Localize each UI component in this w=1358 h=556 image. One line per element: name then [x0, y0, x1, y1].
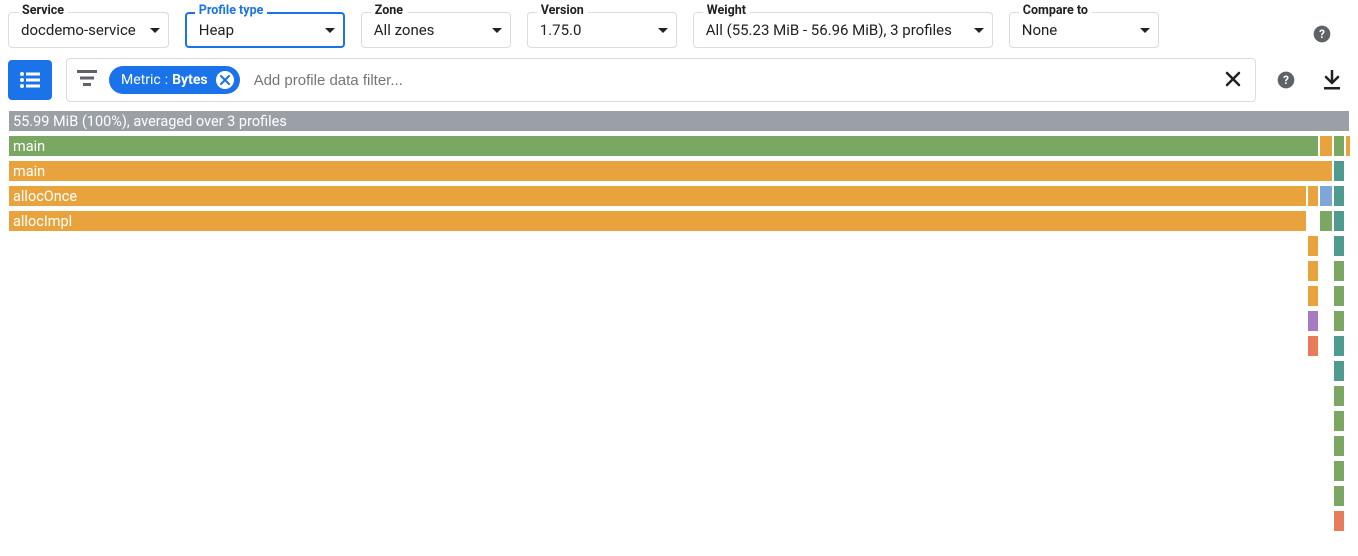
- version-select[interactable]: Version 1.75.0: [527, 8, 677, 48]
- service-value: docdemo-service: [21, 21, 136, 39]
- dropdown-icon: [974, 28, 984, 33]
- svg-text:?: ?: [1319, 27, 1325, 41]
- version-value: 1.75.0: [540, 21, 582, 39]
- filter-icon: [77, 69, 97, 91]
- flame-frame[interactable]: [1333, 235, 1345, 257]
- flame-frame-allocOnce[interactable]: allocOnce: [8, 185, 1307, 207]
- flame-frame[interactable]: [1333, 335, 1345, 357]
- compare-value: None: [1022, 21, 1058, 39]
- flame-frame[interactable]: [1307, 260, 1319, 282]
- weight-label: Weight: [703, 4, 750, 18]
- dropdown-icon: [492, 28, 502, 33]
- filter-bar: Metric : Bytes ?: [0, 50, 1358, 110]
- flame-frame[interactable]: [1333, 460, 1345, 482]
- weight-select[interactable]: Weight All (55.23 MiB - 56.96 MiB), 3 pr…: [693, 8, 993, 48]
- close-icon: [220, 75, 230, 85]
- zone-label: Zone: [371, 4, 407, 18]
- chip-prefix: Metric: [121, 72, 161, 88]
- profile-type-label: Profile type: [195, 4, 268, 18]
- flame-frame[interactable]: [1333, 385, 1345, 407]
- flame-frame[interactable]: [1333, 360, 1345, 382]
- clear-filter-button[interactable]: [1221, 68, 1245, 92]
- flame-frame[interactable]: [1307, 185, 1319, 207]
- flame-frame[interactable]: [1333, 260, 1345, 282]
- list-icon: [19, 71, 41, 89]
- toolbar-right: ?: [1306, 8, 1350, 50]
- flame-frame[interactable]: [1319, 135, 1333, 157]
- zone-select[interactable]: Zone All zones: [361, 8, 511, 48]
- flame-frame[interactable]: [1307, 310, 1319, 332]
- chip-remove-button[interactable]: [216, 71, 234, 89]
- flame-frame[interactable]: [1333, 160, 1345, 182]
- flame-frame[interactable]: [1307, 235, 1319, 257]
- compare-label: Compare to: [1019, 4, 1092, 18]
- download-icon: [1323, 70, 1341, 90]
- filter-input[interactable]: Metric : Bytes: [66, 58, 1256, 102]
- flame-frame-main[interactable]: main: [8, 160, 1333, 182]
- metric-chip[interactable]: Metric : Bytes: [109, 66, 240, 94]
- dropdown-icon: [1140, 28, 1150, 33]
- weight-value: All (55.23 MiB - 56.96 MiB), 3 profiles: [706, 21, 952, 39]
- svg-text:?: ?: [1283, 73, 1289, 87]
- help-button[interactable]: ?: [1306, 18, 1338, 50]
- flame-frame[interactable]: [1333, 285, 1345, 307]
- profile-type-select[interactable]: Profile type Heap: [185, 8, 345, 48]
- service-select[interactable]: Service docdemo-service: [8, 8, 169, 48]
- zone-value: All zones: [374, 21, 435, 39]
- flame-frame[interactable]: [1333, 410, 1345, 432]
- service-label: Service: [18, 4, 68, 18]
- flame-frame[interactable]: [1319, 185, 1333, 207]
- chip-value: Bytes: [172, 72, 207, 88]
- flame-frame-main[interactable]: main: [8, 135, 1319, 157]
- flame-frame[interactable]: [1333, 135, 1345, 157]
- close-icon: [1225, 71, 1241, 87]
- help-icon: ?: [1312, 24, 1332, 44]
- flame-frame[interactable]: [1307, 285, 1319, 307]
- flame-frame-allocImpl[interactable]: allocImpl: [8, 210, 1307, 232]
- flame-frame[interactable]: [1333, 485, 1345, 507]
- flame-graph-container: 55.99 MiB (100%), averaged over 3 profil…: [0, 110, 1358, 540]
- selector-toolbar: Service docdemo-service Profile type Hea…: [0, 0, 1358, 50]
- dropdown-icon: [150, 28, 160, 33]
- filter-text-input[interactable]: [252, 71, 1209, 90]
- flame-frame[interactable]: [1345, 135, 1351, 157]
- flame-frame[interactable]: [1333, 435, 1345, 457]
- filter-help-button[interactable]: ?: [1270, 64, 1302, 96]
- help-icon: ?: [1276, 70, 1296, 90]
- flame-frame[interactable]: [1333, 210, 1345, 232]
- flame-frame[interactable]: [1319, 210, 1333, 232]
- flame-header[interactable]: 55.99 MiB (100%), averaged over 3 profil…: [8, 110, 1350, 132]
- flame-graph[interactable]: 55.99 MiB (100%), averaged over 3 profil…: [8, 110, 1350, 540]
- flame-frame[interactable]: [1333, 510, 1345, 532]
- flame-frame[interactable]: [1307, 335, 1319, 357]
- flame-frame[interactable]: [1333, 310, 1345, 332]
- profile-type-value: Heap: [199, 21, 234, 39]
- flame-frame[interactable]: [1333, 185, 1345, 207]
- dropdown-icon: [658, 28, 668, 33]
- list-view-button[interactable]: [8, 60, 52, 100]
- version-label: Version: [537, 4, 588, 18]
- download-button[interactable]: [1316, 64, 1348, 96]
- compare-select[interactable]: Compare to None: [1009, 8, 1159, 48]
- dropdown-icon: [325, 28, 335, 33]
